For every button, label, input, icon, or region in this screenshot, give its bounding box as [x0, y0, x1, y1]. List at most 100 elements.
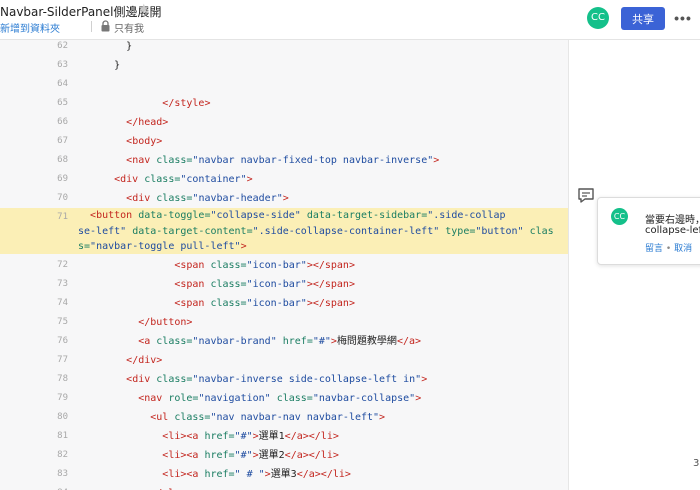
code-token: <span	[174, 279, 205, 290]
code-token: "#"	[234, 431, 253, 442]
code-token: <ul	[150, 412, 169, 423]
code-token: <div	[114, 174, 139, 185]
code-line[interactable]: 70 <div class="navbar-header">	[0, 189, 568, 208]
star-icon[interactable]: ★	[138, 2, 150, 17]
code-text: </style>	[78, 94, 210, 113]
code-token: >	[415, 393, 422, 404]
code-token: <nav	[126, 155, 151, 166]
more-options-button[interactable]: •••	[671, 8, 695, 28]
top-bar: Navbar-SilderPanel側邊展開 ★ 新增到資料夾 只有我 CC 共…	[0, 0, 700, 40]
code-token: " # "	[234, 469, 265, 480]
code-token: >	[379, 412, 386, 423]
code-token: >	[240, 241, 247, 252]
code-wrap-row: s="navbar-toggle pull-left">	[78, 239, 554, 255]
code-line[interactable]: 83 <li><a href=" # ">選單3</a></li>	[0, 465, 568, 484]
code-token: >	[282, 193, 289, 204]
code-line[interactable]: 63 }	[0, 56, 568, 75]
code-token: class=	[150, 336, 193, 347]
code-text: </ul>	[78, 484, 180, 490]
code-line[interactable]: 68 <nav class="navbar navbar-fixed-top n…	[0, 151, 568, 170]
code-text: <body>	[78, 132, 162, 151]
code-token: type=	[439, 225, 476, 237]
code-line[interactable]: 64	[0, 75, 568, 94]
code-line[interactable]: 76 <a class="navbar-brand" href="#">梅問題教…	[0, 332, 568, 351]
code-token: class=	[204, 298, 247, 309]
code-token: "icon-bar"	[246, 279, 307, 290]
code-text: </head>	[78, 113, 168, 132]
code-text: <span class="icon-bar"></span>	[78, 256, 355, 275]
code-token: "navbar-toggle pull-left"	[90, 241, 241, 252]
code-line[interactable]: 75 </button>	[0, 313, 568, 332]
code-line[interactable]: 62 }	[0, 40, 568, 56]
code-token: }	[78, 41, 133, 52]
code-line[interactable]: 77 </div>	[0, 351, 568, 370]
page-number: 3	[693, 458, 700, 469]
code-token: <li><a	[162, 450, 199, 461]
code-token: class=	[150, 155, 193, 166]
comments-panel	[568, 40, 700, 490]
code-text: <span class="icon-bar"></span>	[78, 275, 355, 294]
comment-actions: 留言 • 取消	[645, 241, 692, 254]
code-text: </div>	[78, 351, 162, 370]
code-line-highlighted[interactable]: 71 <button data-toggle="collapse-side" d…	[0, 208, 568, 254]
line-number: 71	[57, 212, 68, 222]
code-text: <ul class="nav navbar-nav navbar-left">	[78, 408, 385, 427]
avatar[interactable]: CC	[587, 7, 609, 29]
comment-card[interactable]: CC 當要右邊時， collapse-left 留言 • 取消	[597, 197, 700, 265]
code-line[interactable]: 66 </head>	[0, 113, 568, 132]
code-line[interactable]: 78 <div class="navbar-inverse side-colla…	[0, 370, 568, 389]
code-token: </a></li>	[284, 450, 339, 461]
comment-icon[interactable]	[576, 186, 596, 206]
cancel-link[interactable]: 取消	[674, 244, 692, 254]
code-line[interactable]: 81 <li><a href="#">選單1</a></li>	[0, 427, 568, 446]
code-line[interactable]: 80 <ul class="nav navbar-nav navbar-left…	[0, 408, 568, 427]
line-number: 62	[57, 41, 68, 51]
line-number: 83	[57, 469, 68, 479]
code-token: "#"	[312, 336, 331, 347]
line-number: 72	[57, 260, 68, 270]
line-number: 82	[57, 450, 68, 460]
code-token: ".side-collapse-container-left"	[252, 225, 440, 237]
code-line[interactable]: 67 <body>	[0, 132, 568, 151]
line-number: 73	[57, 279, 68, 289]
code-line[interactable]: 65 </style>	[0, 94, 568, 113]
line-number: 64	[57, 79, 68, 89]
code-token: 選單3	[270, 469, 297, 480]
code-token: ".side-collap	[427, 210, 506, 221]
code-token: "icon-bar"	[246, 260, 307, 271]
code-token: "navigation"	[198, 393, 271, 404]
code-line[interactable]: 79 <nav role="navigation" class="navbar-…	[0, 389, 568, 408]
add-to-folder-link[interactable]: 新增到資料夾	[0, 20, 60, 35]
code-token: <span	[174, 298, 205, 309]
code-line[interactable]: 69 <div class="container">	[0, 170, 568, 189]
line-number: 67	[57, 136, 68, 146]
reply-link[interactable]: 留言	[645, 244, 663, 254]
line-number: 81	[57, 431, 68, 441]
line-number: 74	[57, 298, 68, 308]
comment-text-line1: 當要右邊時，	[645, 215, 700, 226]
code-line[interactable]: 82 <li><a href="#">選單2</a></li>	[0, 446, 568, 465]
code-line[interactable]: 72 <span class="icon-bar"></span>	[0, 256, 568, 275]
code-token: data-target-sidebar=	[300, 210, 428, 221]
privacy-label[interactable]: 只有我	[114, 20, 144, 35]
code-text: }	[78, 40, 132, 56]
line-number: 76	[57, 336, 68, 346]
code-line[interactable]: 73 <span class="icon-bar"></span>	[0, 275, 568, 294]
code-text: <li><a href="#">選單2</a></li>	[78, 446, 339, 465]
code-line[interactable]: 84 </ul>	[0, 484, 568, 490]
share-button[interactable]: 共享	[621, 7, 665, 30]
code-line[interactable]: 74 <span class="icon-bar"></span>	[0, 294, 568, 313]
code-token: <span	[174, 260, 205, 271]
code-token: ></span>	[306, 298, 355, 309]
code-token: </a></li>	[284, 431, 339, 442]
code-token: </a>	[396, 336, 422, 347]
code-token: >	[433, 155, 440, 166]
